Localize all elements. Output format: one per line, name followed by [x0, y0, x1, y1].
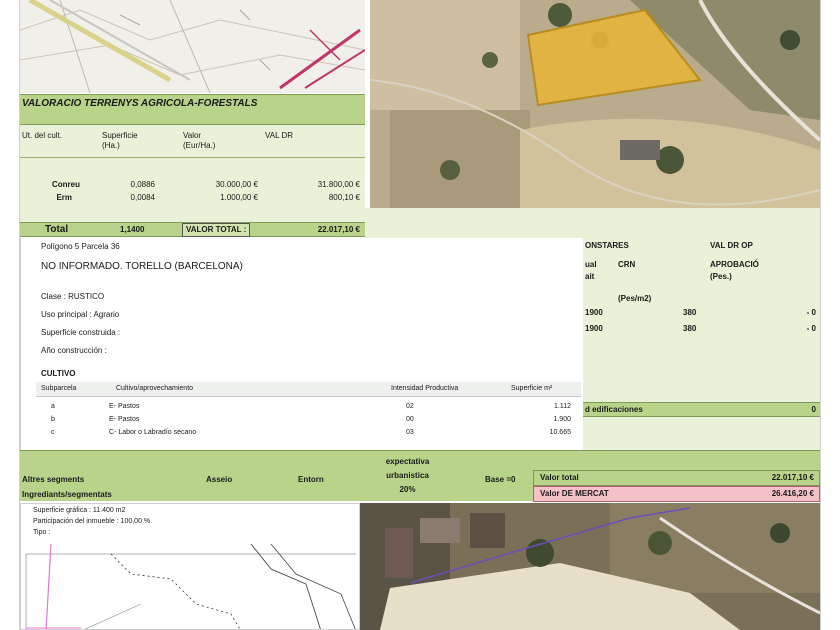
total-valuation-label: Valor total [540, 473, 579, 482]
col-header-value: Valor (Eur/Ha.) [183, 131, 216, 150]
total-label: Total [45, 224, 69, 235]
parcel-built-surface: Superficie construida : [41, 328, 121, 337]
aerial-photo-bottom [360, 503, 820, 630]
parcel-use: Uso principal : Agrario [41, 310, 120, 319]
row-vd: 31.800,00 € [317, 180, 360, 189]
row-label: Erm [56, 193, 72, 202]
plan-surface: Superficie gráfica : 11.400 m2 [33, 507, 126, 514]
summary-band-right [533, 450, 820, 470]
summary-expectation-3: 20% [399, 485, 416, 494]
parcel-info: Polígono 5 Parcela 36 NO INFORMADO. TORE… [20, 238, 584, 450]
summary-sub: Ingrediants/segmentats [22, 490, 112, 499]
total-value-label: VALOR TOTAL : [182, 223, 251, 237]
farm-title: VALORACIO TERRENYS AGRICOLA-FORESTALS [22, 98, 258, 109]
top-map [20, 0, 365, 93]
market-value-row: Valor DE MERCAT 26.416,20 € [533, 486, 820, 502]
row-value: 1.000,00 € [220, 193, 258, 202]
buildings-bar: d edificaciones 0 [583, 402, 820, 417]
market-value-label: Valor DE MERCAT [540, 489, 609, 498]
page-right-margin-line [820, 0, 821, 630]
row-surface: 0,0084 [130, 193, 155, 202]
summary-assessment: Asseio [206, 475, 233, 484]
total-value: 22.017,10 € [317, 225, 360, 234]
summary-expectation-2: urbanistica [386, 471, 429, 480]
cultivo-title: CULTIVO [41, 369, 76, 378]
right-header-2: VAL DR OP [710, 241, 753, 250]
aerial-photo-top [370, 0, 820, 208]
total-valuation-value: 22.017,10 € [771, 473, 814, 482]
parcel-location: NO INFORMADO. TORELLO (BARCELONA) [41, 261, 243, 272]
row-label: Conreu [52, 180, 80, 189]
cadastral-plan: Superficie gráfica : 11.400 m2 Participa… [20, 503, 360, 630]
summary-base: Base =0 [485, 475, 516, 484]
cultivo-header-row: Subparcela Cultivo/aprovechamiento Inten… [36, 382, 581, 397]
summary-environment: Entorn [298, 475, 324, 484]
col-header-surface: Superficie (Ha.) [102, 131, 138, 150]
summary-expectation-1: expectativa [385, 457, 430, 466]
summary-other-segments: Altres segments [22, 475, 85, 484]
page-left-margin-line [19, 0, 20, 630]
total-surface: 1,1400 [120, 225, 145, 234]
row-surface: 0,0886 [130, 180, 155, 189]
farm-table: Ut. del cult. Superficie (Ha.) Valor (Eu… [20, 125, 365, 222]
farm-title-bar: VALORACIO TERRENYS AGRICOLA-FORESTALS [20, 94, 365, 125]
market-value: 26.416,20 € [771, 489, 814, 498]
right-header-1: ONSTARES [585, 241, 629, 250]
right-panel: ONSTARES VAL DR OP ual CRN APROBACIÓ ait… [583, 238, 820, 450]
row-value: 30.000,00 € [215, 180, 258, 189]
parcel-class: Clase : RUSTICO [41, 292, 105, 301]
aerial-caption-band [365, 208, 820, 238]
farm-total-bar: Total 1,1400 VALOR TOTAL : 22.017,10 € [20, 222, 365, 237]
col-header-vd: VAL DR [265, 131, 294, 140]
parcel-year: Año construcción : [41, 346, 107, 355]
plan-type: Tipo : [33, 529, 51, 536]
summary-band: Altres segments Asseio Entorn expectativ… [20, 450, 533, 501]
total-valuation-row: Valor total 22.017,10 € [533, 470, 820, 486]
col-header-use: Ut. del cult. [22, 131, 63, 140]
header-divider [20, 157, 365, 158]
row-vd: 800,10 € [328, 193, 360, 202]
parcel-id: Polígono 5 Parcela 36 [41, 242, 120, 251]
plan-participation: Participación del inmueble : 100,00 % [33, 518, 151, 525]
